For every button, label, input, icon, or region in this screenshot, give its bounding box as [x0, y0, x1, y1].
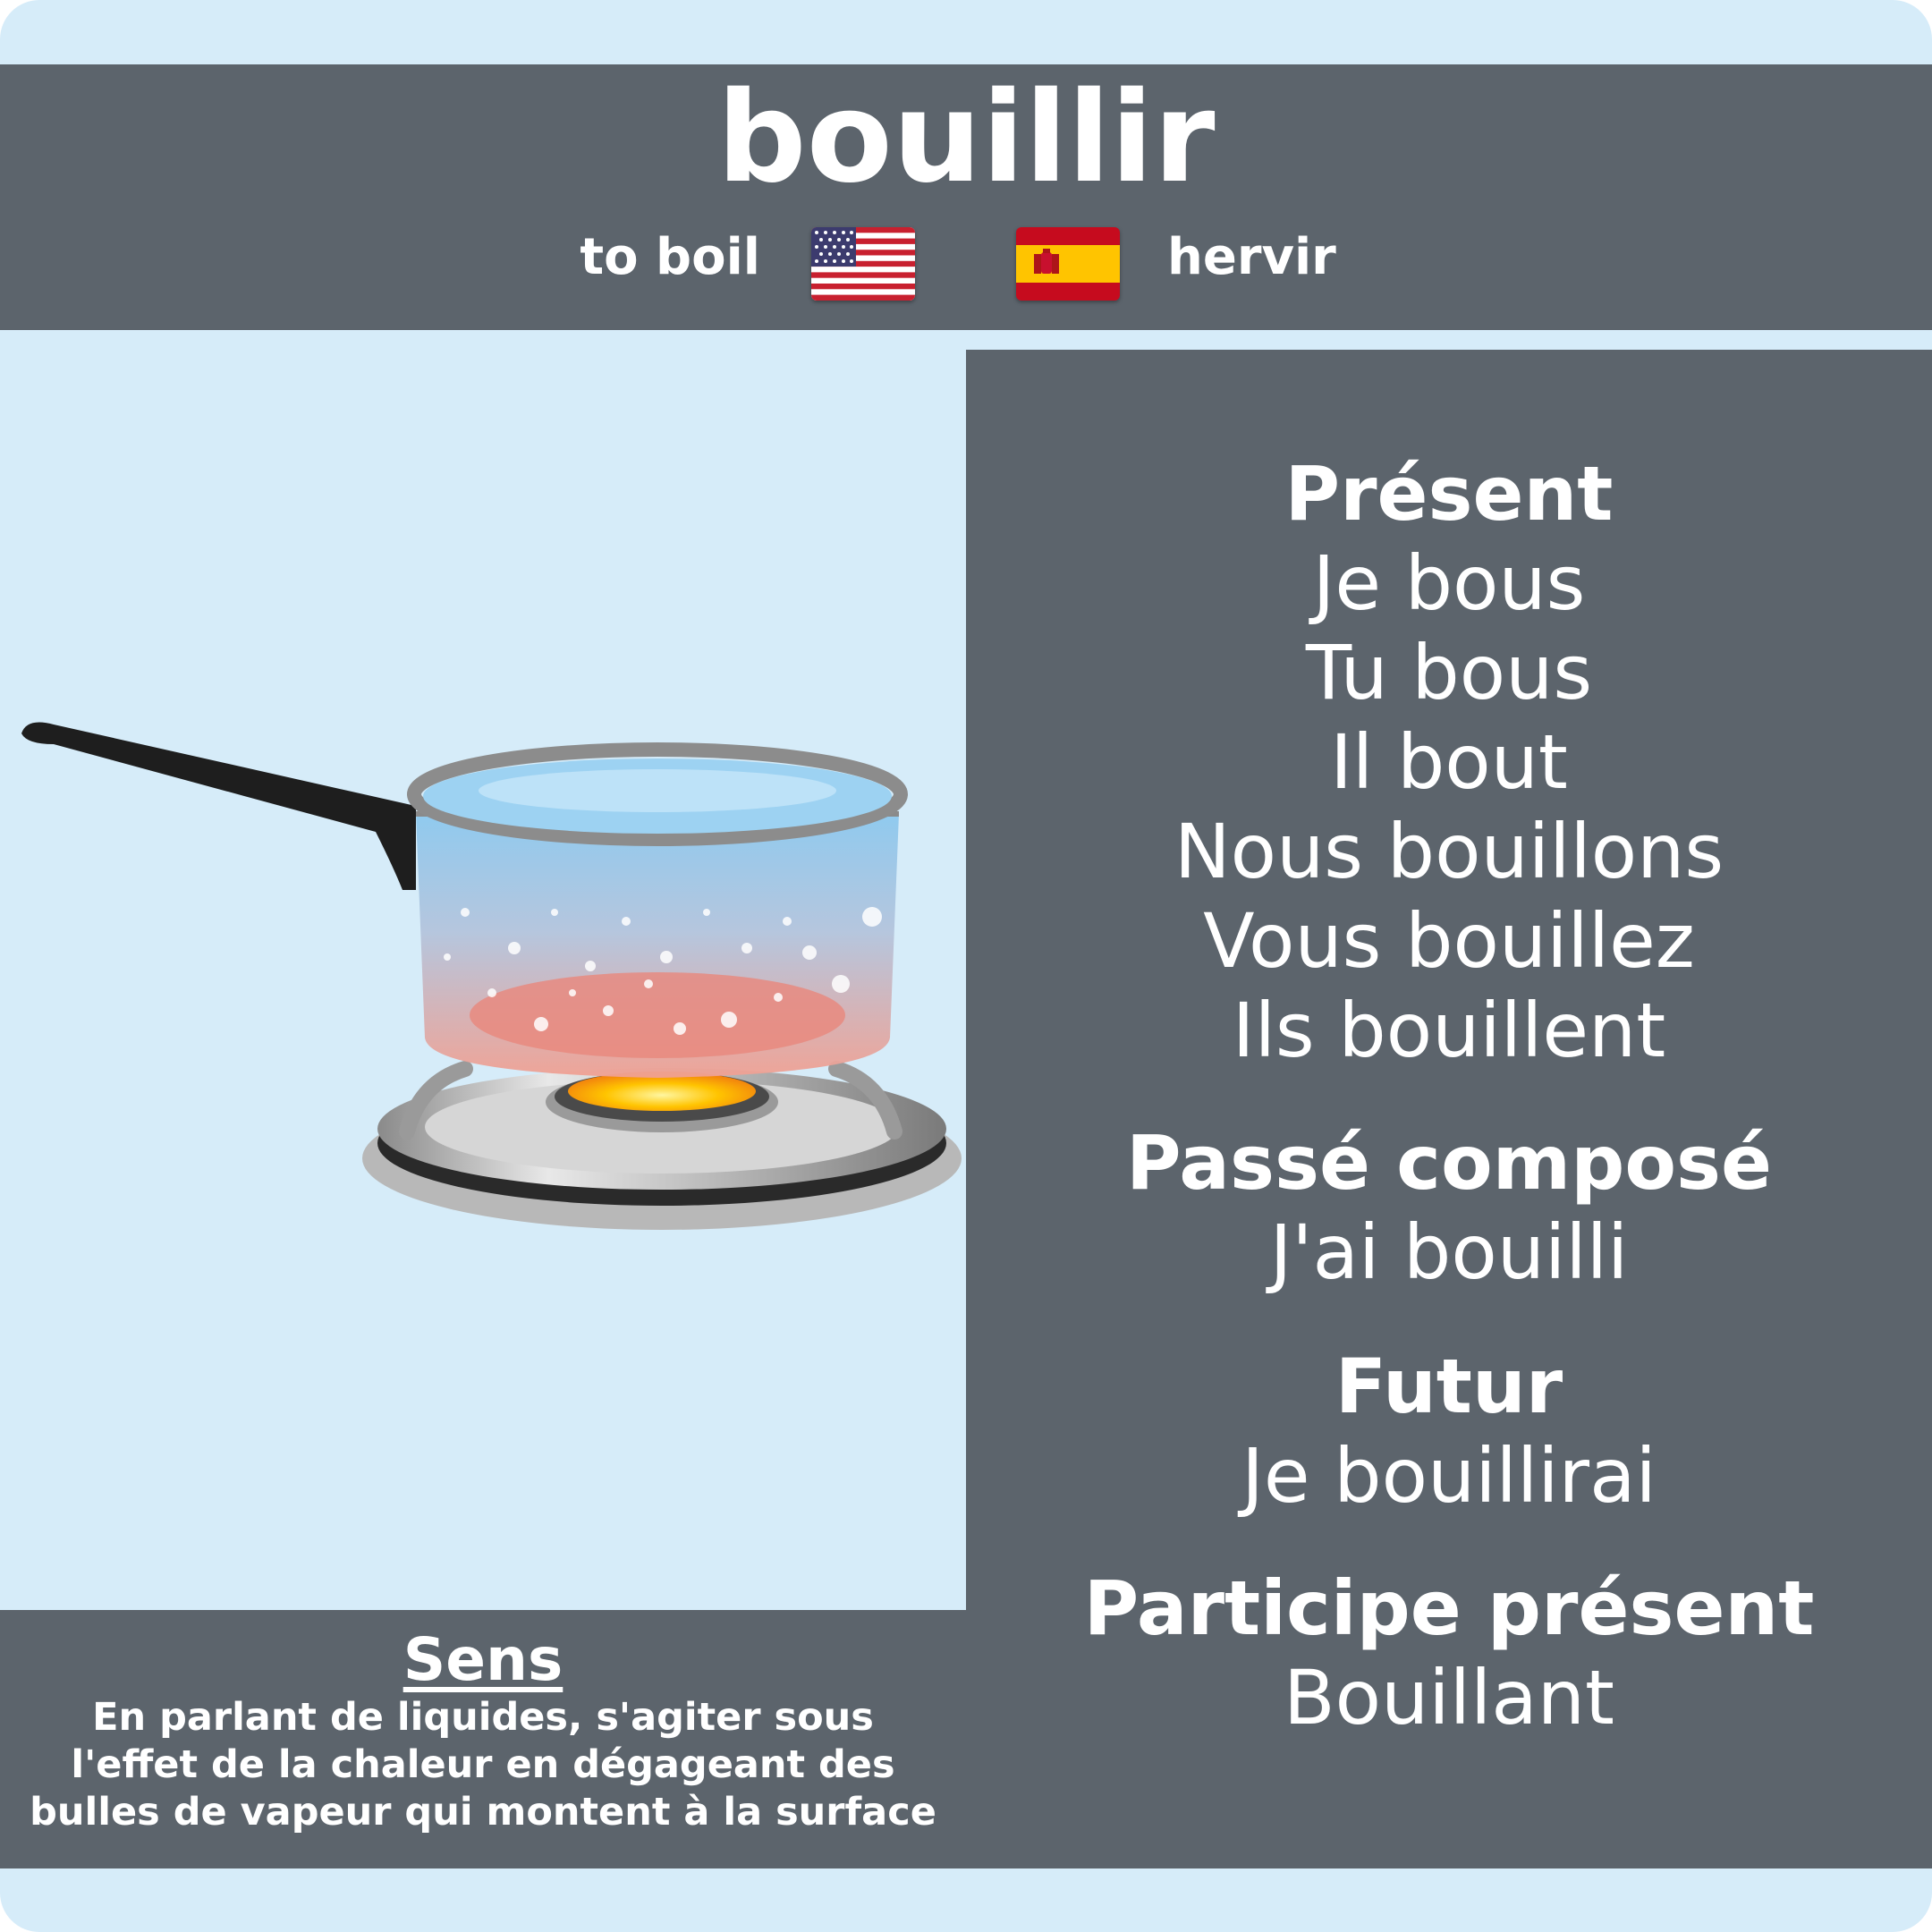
sens-definition: En parlant de liquides, s'agiter sous l'…	[0, 1694, 966, 1836]
sens-line: bulles de vapeur qui montent à la surfac…	[30, 1790, 936, 1835]
verb-card: bouillir to boil hervir Présent Je bous …	[0, 0, 1932, 1932]
us-flag-icon	[811, 227, 915, 301]
english-translation: to boil	[580, 228, 760, 286]
passe-compose-heading: Passé composé	[1125, 1119, 1773, 1207]
conjugation-line: Ils bouillent	[1232, 987, 1666, 1074]
passe-compose-form: J'ai bouilli	[1269, 1208, 1629, 1296]
conjugation-line: Nous bouillons	[1174, 808, 1724, 895]
participe-present-heading: Participe présent	[1083, 1564, 1815, 1652]
participe-present-form: Bouillant	[1284, 1654, 1614, 1741]
boiling-pot-illustration	[0, 698, 966, 1252]
spain-flag-icon	[1016, 227, 1120, 301]
conjugation-line: Je bous	[1312, 539, 1586, 627]
conjugation-line: Tu bous	[1305, 629, 1593, 716]
present-heading: Présent	[1284, 450, 1614, 538]
futur-form: Je bouillirai	[1241, 1432, 1657, 1520]
conjugation-line: Vous bouillez	[1203, 897, 1695, 985]
conjugation-line: Il bout	[1330, 718, 1568, 806]
sens-heading: Sens	[402, 1625, 564, 1694]
verb-title: bouillir	[716, 65, 1216, 211]
sens-line: l'effet de la chaleur en dégageant des	[71, 1742, 895, 1787]
futur-heading: Futur	[1335, 1343, 1563, 1430]
sens-line: En parlant de liquides, s'agiter sous	[92, 1695, 874, 1740]
spanish-translation: hervir	[1167, 228, 1336, 286]
